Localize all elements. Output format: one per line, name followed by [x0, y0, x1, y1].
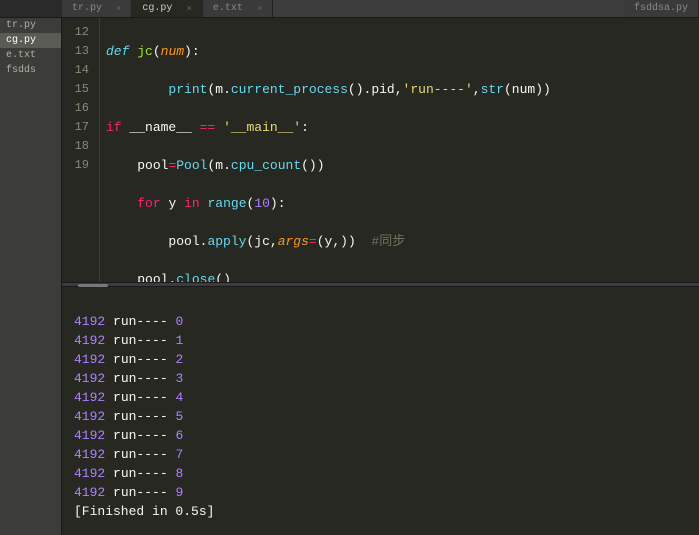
sidebar: tr.py cg.py e.txt fsdds	[0, 18, 62, 535]
code-editor[interactable]: 12 13 14 15 16 17 18 19 def jc(num): pri…	[62, 18, 699, 282]
line-number: 15	[62, 80, 89, 99]
output-line: 4192 run---- 7	[74, 447, 183, 462]
line-number-gutter: 12 13 14 15 16 17 18 19	[62, 18, 100, 282]
close-icon[interactable]: ×	[116, 4, 121, 14]
line-number: 18	[62, 137, 89, 156]
output-line: 4192 run---- 3	[74, 371, 183, 386]
tab-etxt[interactable]: e.txt×	[203, 0, 273, 17]
output-line: 4192 run---- 1	[74, 333, 183, 348]
output-line: 4192 run---- 6	[74, 428, 183, 443]
output-line: 4192 run---- 5	[74, 409, 183, 424]
output-line: 4192 run---- 2	[74, 352, 183, 367]
code-area[interactable]: def jc(num): print(m.current_process().p…	[100, 18, 699, 282]
output-line: 4192 run---- 9	[74, 485, 183, 500]
tab-cg[interactable]: cg.py×	[132, 0, 202, 17]
sidebar-item-tr[interactable]: tr.py	[0, 18, 61, 33]
output-panel[interactable]: 4192 run---- 0 4192 run---- 1 4192 run--…	[62, 287, 699, 535]
sidebar-item-fsdds[interactable]: fsdds	[0, 63, 61, 78]
drag-handle-icon[interactable]	[78, 284, 108, 287]
output-line: 4192 run---- 4	[74, 390, 183, 405]
panel-divider[interactable]	[62, 282, 699, 287]
line-number: 12	[62, 23, 89, 42]
close-icon[interactable]: ×	[186, 4, 191, 14]
sidebar-item-etxt[interactable]: e.txt	[0, 48, 61, 63]
output-finished: [Finished in 0.5s]	[74, 504, 214, 519]
tab-bar: tr.py× cg.py× e.txt× fsddsa.py	[0, 0, 699, 18]
close-icon[interactable]: ×	[257, 4, 262, 14]
sidebar-item-cg[interactable]: cg.py	[0, 33, 61, 48]
tab-tr[interactable]: tr.py×	[62, 0, 132, 17]
line-number: 14	[62, 61, 89, 80]
line-number: 17	[62, 118, 89, 137]
line-number: 13	[62, 42, 89, 61]
line-number: 16	[62, 99, 89, 118]
output-line: 4192 run---- 8	[74, 466, 183, 481]
line-number: 19	[62, 156, 89, 175]
output-line: 4192 run---- 0	[74, 314, 183, 329]
tab-fsddsa[interactable]: fsddsa.py	[624, 0, 699, 17]
